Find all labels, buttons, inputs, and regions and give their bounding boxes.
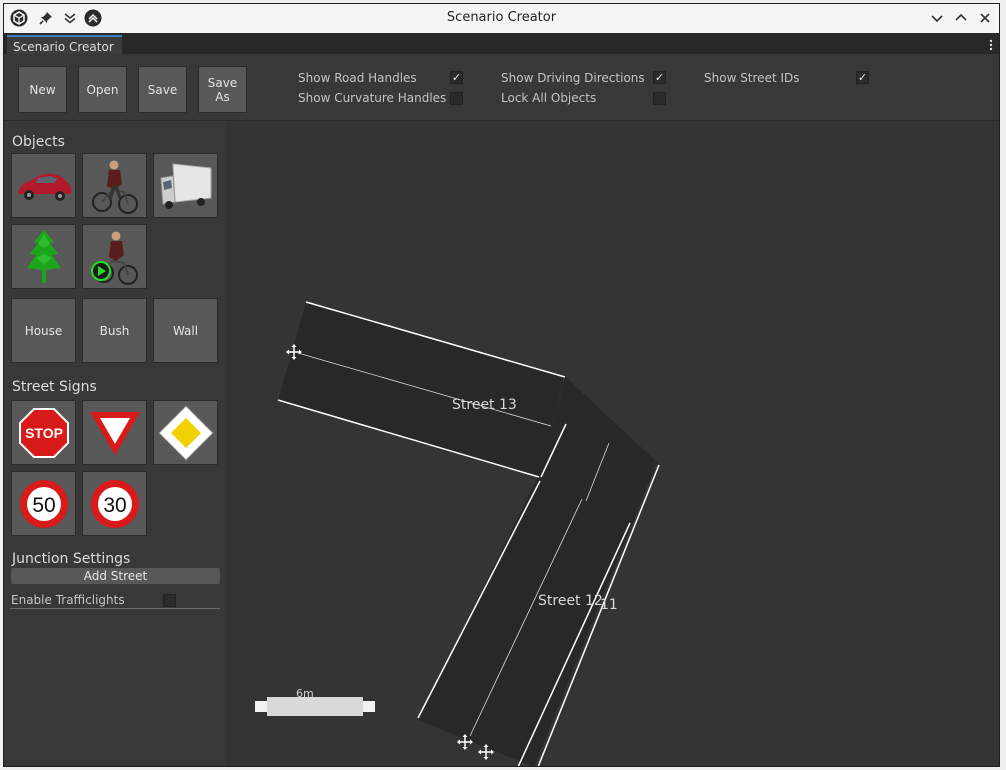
- show-street-ids-label: Show Street IDs: [704, 71, 800, 85]
- yield-sign-icon: [89, 411, 140, 455]
- enable-trafficlights-checkbox[interactable]: [163, 594, 176, 607]
- stop-sign-tile[interactable]: STOP: [11, 400, 76, 465]
- speed-limit-30-icon: 30: [90, 479, 139, 528]
- panel-divider: [10, 608, 220, 609]
- scene-view[interactable]: Street 13 Street 12 11 6m: [226, 121, 999, 767]
- stop-sign-icon: STOP: [18, 407, 69, 458]
- speed-limit-50-tile[interactable]: 50: [11, 471, 76, 536]
- show-driving-directions-label: Show Driving Directions: [501, 71, 645, 85]
- toolbar: New Open Save Save As Show Road Handles …: [4, 54, 999, 121]
- show-curvature-handles-checkbox[interactable]: [450, 92, 463, 105]
- street-13-road[interactable]: [278, 302, 565, 477]
- street-13-label: Street 13: [452, 397, 517, 413]
- street-12-label: Street 12: [538, 593, 603, 609]
- window-title: Scenario Creator: [446, 10, 557, 25]
- save-button[interactable]: Save: [138, 66, 187, 113]
- title-bar: Scenario Creator: [4, 4, 999, 33]
- speed-50-text: 50: [32, 494, 55, 517]
- yield-sign-tile[interactable]: [82, 400, 147, 465]
- priority-road-sign-icon: [157, 404, 214, 461]
- enable-trafficlights-label: Enable Trafficlights: [11, 593, 125, 607]
- wall-button[interactable]: Wall: [153, 298, 218, 363]
- truck-tile[interactable]: [153, 153, 218, 218]
- bush-button[interactable]: Bush: [82, 298, 147, 363]
- lock-all-objects-label: Lock All Objects: [501, 91, 597, 105]
- save-as-label-line1: Save: [207, 75, 238, 90]
- street-11-label: 11: [600, 597, 618, 613]
- save-as-label-line2: As: [215, 89, 230, 104]
- tab-bar: Scenario Creator: [4, 33, 999, 54]
- truck-icon: [159, 162, 211, 209]
- show-road-handles-label: Show Road Handles: [298, 71, 417, 85]
- street-signs-title: Street Signs: [12, 379, 97, 395]
- close-icon[interactable]: [976, 9, 994, 27]
- cyclist-tile[interactable]: [82, 153, 147, 218]
- tree-icon: [26, 229, 61, 283]
- speed-30-text: 30: [103, 494, 126, 517]
- cyclist-icon: [91, 160, 138, 214]
- speed-limit-30-tile[interactable]: 30: [82, 471, 147, 536]
- minimize-icon[interactable]: [928, 9, 946, 27]
- priority-road-sign-tile[interactable]: [153, 400, 218, 465]
- lock-all-objects-checkbox[interactable]: [653, 92, 666, 105]
- car-icon: [17, 173, 71, 201]
- scale-bar: [267, 697, 363, 716]
- car-tile[interactable]: [11, 153, 76, 218]
- new-button[interactable]: New: [18, 66, 67, 113]
- open-button[interactable]: Open: [78, 66, 127, 113]
- show-driving-directions-checkbox[interactable]: ✓: [653, 71, 666, 84]
- show-street-ids-checkbox[interactable]: ✓: [856, 71, 869, 84]
- save-as-button[interactable]: Save As: [198, 66, 247, 113]
- road-canvas[interactable]: Street 13 Street 12 11 6m: [226, 121, 999, 767]
- tab-scenario-creator[interactable]: Scenario Creator: [7, 35, 122, 54]
- left-panel: Objects House Bush Wall Street Signs STO…: [4, 121, 226, 766]
- junction-settings-title: Junction Settings: [12, 551, 131, 567]
- show-curvature-handles-label: Show Curvature Handles: [298, 91, 447, 105]
- objects-title: Objects: [12, 134, 65, 150]
- animated-cyclist-icon: [90, 231, 138, 285]
- maximize-icon[interactable]: [952, 9, 970, 27]
- stop-sign-text: STOP: [25, 425, 63, 441]
- animated-cyclist-tile[interactable]: [82, 224, 147, 289]
- add-street-button[interactable]: Add Street: [11, 568, 220, 584]
- more-options-icon[interactable]: [989, 37, 993, 51]
- speed-limit-50-icon: 50: [19, 479, 68, 528]
- show-road-handles-checkbox[interactable]: ✓: [450, 71, 463, 84]
- house-button[interactable]: House: [11, 298, 76, 363]
- app-window: Scenario Creator Scenario Creator New Op…: [3, 3, 1000, 767]
- tree-tile[interactable]: [11, 224, 76, 289]
